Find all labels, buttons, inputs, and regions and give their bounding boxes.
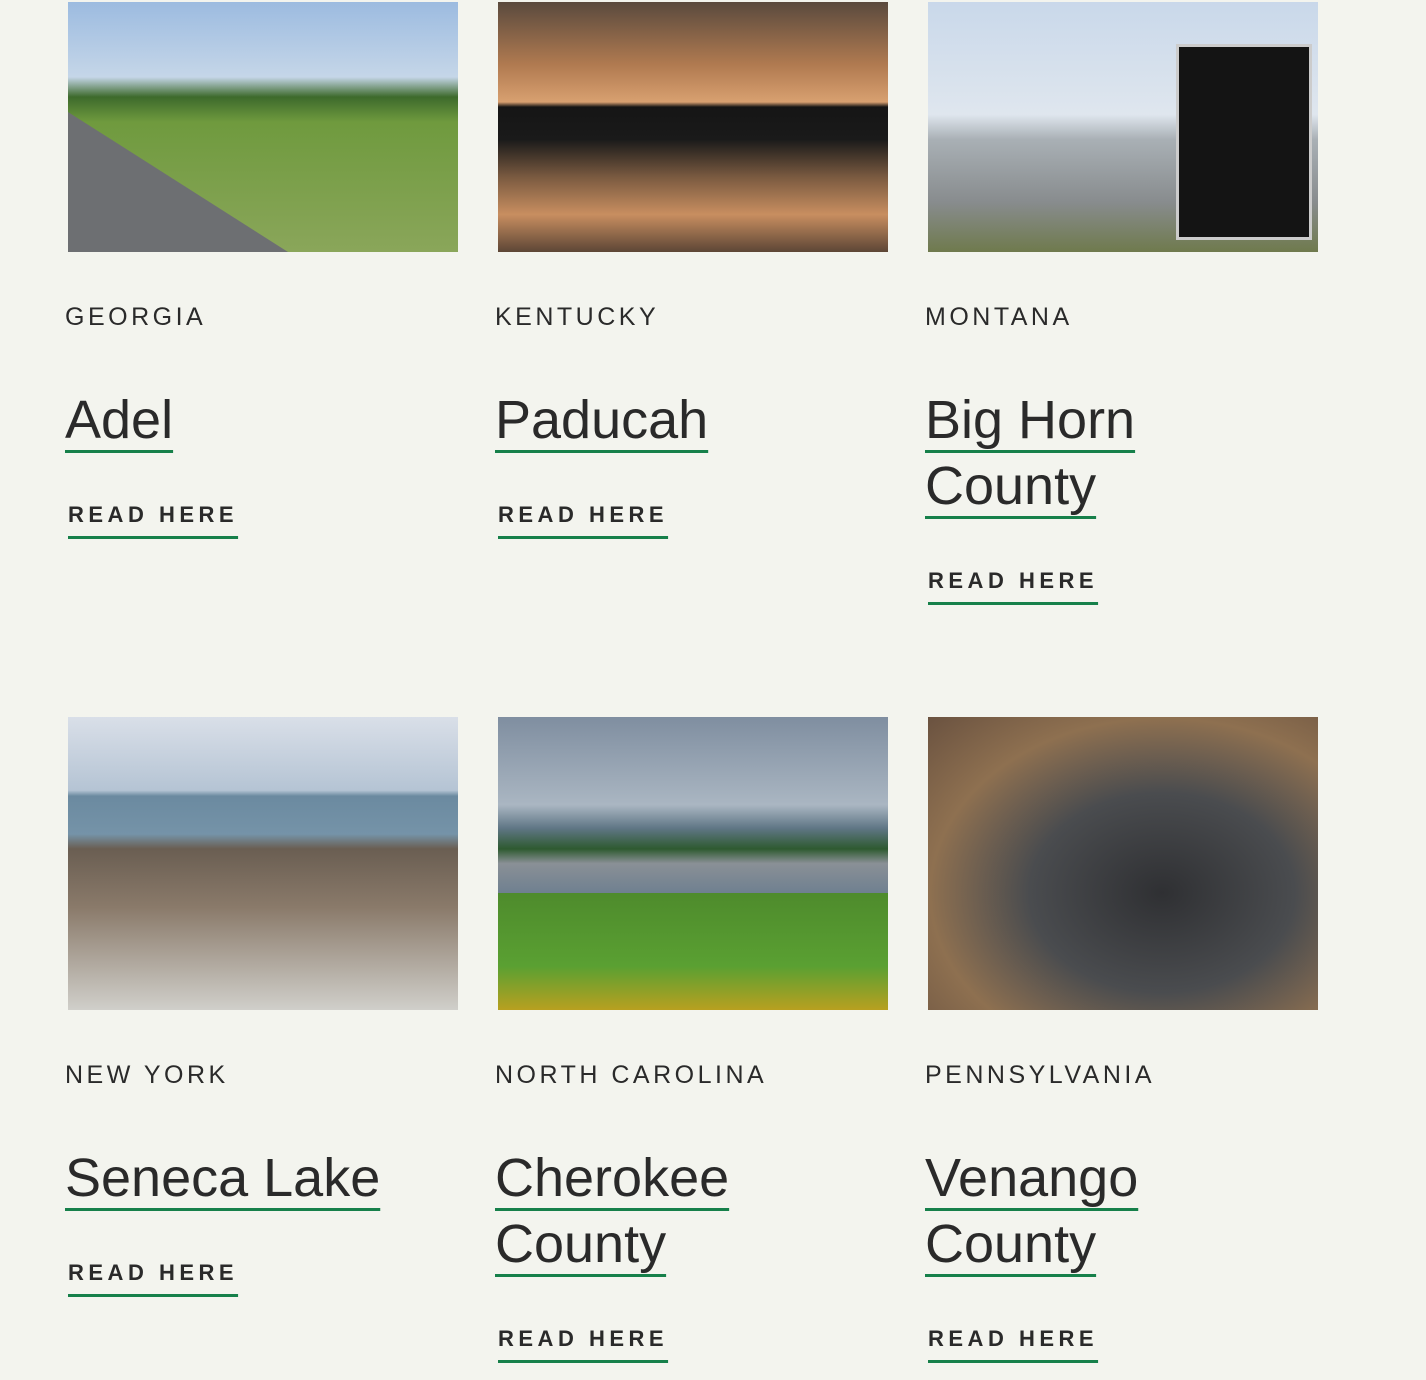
read-here-link[interactable]: READ HERE	[925, 568, 1098, 593]
story-image[interactable]	[498, 717, 888, 1010]
state-label: GEORGIA	[65, 303, 207, 331]
story-image[interactable]	[68, 717, 458, 1010]
story-card-pennsylvania: PENNSYLVANIA Venango County READ HERE	[925, 717, 1318, 1354]
story-image[interactable]	[68, 2, 458, 252]
read-here-link[interactable]: READ HERE	[65, 502, 238, 527]
read-here-link[interactable]: READ HERE	[65, 1260, 238, 1285]
story-card-georgia: GEORGIA Adel READ HERE	[65, 2, 458, 530]
story-card-montana: MONTANA Big Horn County READ HERE	[925, 2, 1318, 596]
state-label: NEW YORK	[65, 1061, 229, 1089]
story-card-kentucky: KENTUCKY Paducah READ HERE	[495, 2, 888, 530]
read-here-link[interactable]: READ HERE	[495, 1326, 668, 1351]
state-label: PENNSYLVANIA	[925, 1061, 1156, 1089]
story-image[interactable]	[498, 2, 888, 252]
story-title-link[interactable]: Seneca Lake	[65, 1148, 380, 1208]
read-here-link[interactable]: READ HERE	[495, 502, 668, 527]
story-title-link[interactable]: Cherokee County	[495, 1148, 729, 1274]
story-title-link[interactable]: Big Horn County	[925, 390, 1135, 516]
state-label: KENTUCKY	[495, 303, 660, 331]
story-image[interactable]	[928, 2, 1318, 252]
story-title-link[interactable]: Venango County	[925, 1148, 1138, 1274]
state-label: MONTANA	[925, 303, 1073, 331]
story-card-new-york: NEW YORK Seneca Lake READ HERE	[65, 717, 458, 1288]
state-label: NORTH CAROLINA	[495, 1061, 768, 1089]
read-here-link[interactable]: READ HERE	[925, 1326, 1098, 1351]
story-title-link[interactable]: Paducah	[495, 390, 708, 450]
story-card-north-carolina: NORTH CAROLINA Cherokee County READ HERE	[495, 717, 888, 1354]
story-image[interactable]	[928, 717, 1318, 1010]
story-title-link[interactable]: Adel	[65, 390, 173, 450]
